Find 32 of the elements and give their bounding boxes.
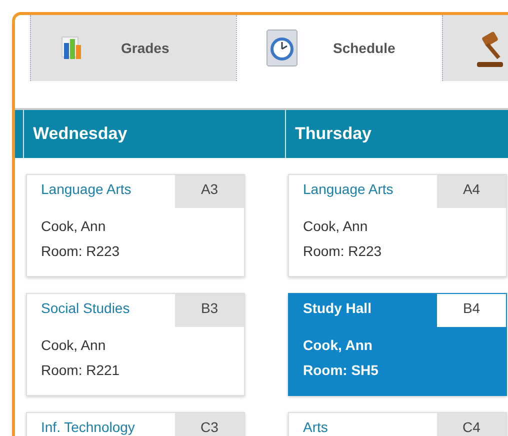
period-code: B4 xyxy=(437,294,506,327)
period-code: A3 xyxy=(175,175,244,208)
tab-label: Schedule xyxy=(333,40,396,56)
tab[interactable]: Grades xyxy=(30,15,236,81)
subject-name: Study Hall xyxy=(302,299,372,318)
subject-name: Language Arts xyxy=(302,180,394,199)
class-card[interactable]: Study Hall B4 Cook, Ann Room: SH5 xyxy=(288,293,507,396)
period-code: B3 xyxy=(175,294,244,327)
room-label: Room: SH5 xyxy=(302,361,380,379)
period-code: C4 xyxy=(437,413,506,436)
subject-name: Language Arts xyxy=(40,180,132,199)
period-code: C3 xyxy=(175,413,244,436)
subject-name: Inf. Technology xyxy=(40,418,135,436)
tab-label: Grades xyxy=(121,40,170,56)
subject-name: Social Studies xyxy=(40,299,130,318)
class-card[interactable]: Inf. Technology C3 xyxy=(26,412,245,436)
subject-name: Arts xyxy=(302,418,328,436)
class-card[interactable]: Social Studies B3 Cook, Ann Room: R221 xyxy=(26,293,245,396)
teacher-name: Cook, Ann xyxy=(40,336,107,354)
day-heading: Wednesday xyxy=(23,110,285,158)
class-card[interactable]: Arts C4 xyxy=(288,412,507,436)
room-label: Room: R223 xyxy=(40,242,121,260)
class-card[interactable]: Language Arts A4 Cook, Ann Room: R223 xyxy=(288,174,507,277)
teacher-name: Cook, Ann xyxy=(40,217,107,235)
class-card[interactable]: Language Arts A3 Cook, Ann Room: R223 xyxy=(26,174,245,277)
room-label: Room: R221 xyxy=(40,361,121,379)
teacher-name: Cook, Ann xyxy=(302,336,374,354)
clock-icon xyxy=(265,28,299,68)
period-code: A4 xyxy=(437,175,506,208)
room-label: Room: R223 xyxy=(302,242,383,260)
day-heading: Thursday xyxy=(285,110,508,158)
teacher-name: Cook, Ann xyxy=(302,217,369,235)
